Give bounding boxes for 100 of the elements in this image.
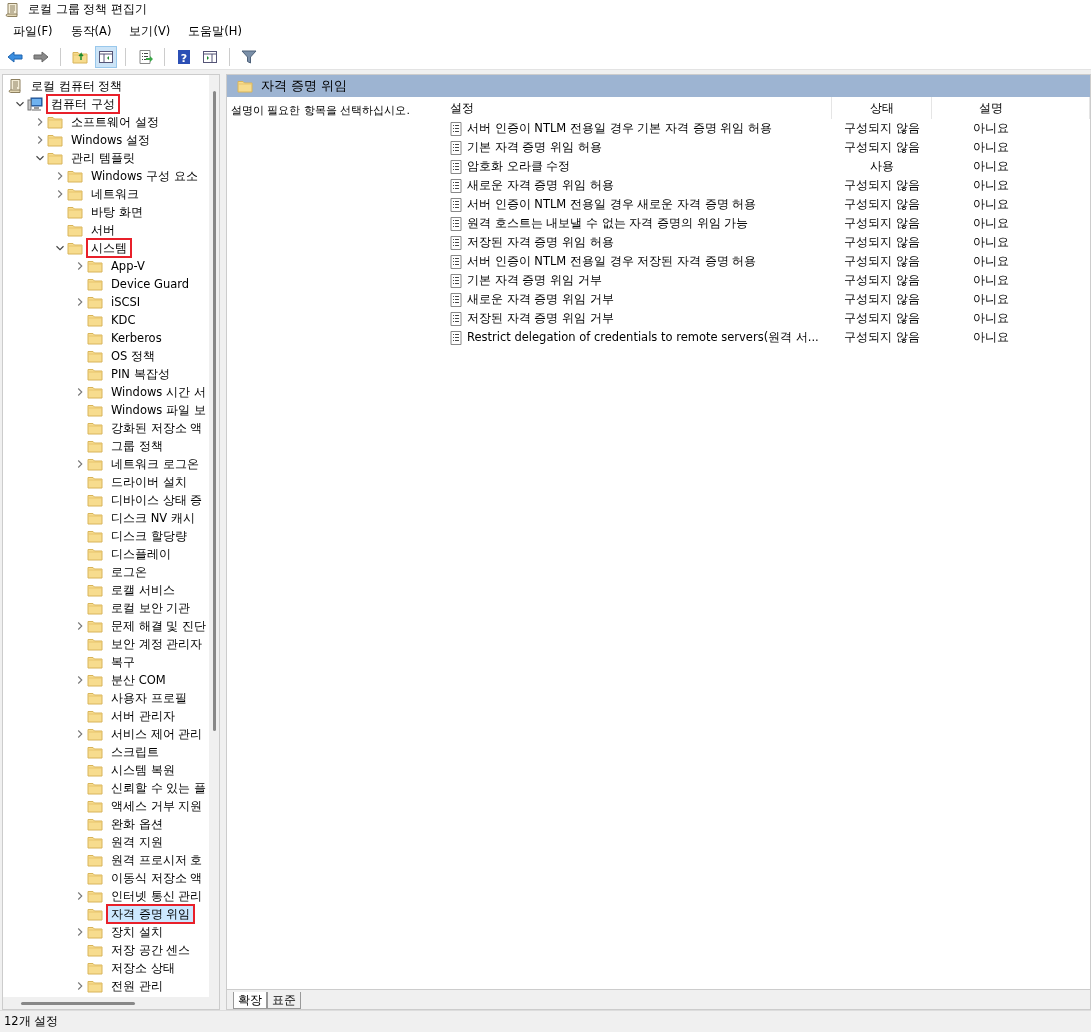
folder-icon: [87, 798, 103, 814]
tree-item[interactable]: 로캘 서비스: [106, 580, 180, 600]
folder-icon: [67, 240, 83, 256]
tree-item[interactable]: 디스크 할당량: [106, 526, 192, 546]
tree-item[interactable]: 보안 계정 관리자: [106, 634, 208, 654]
tree-item[interactable]: 전원 관리: [106, 976, 168, 996]
setting-comment: 아니요: [972, 176, 1010, 194]
setting-name[interactable]: 원격 호스트는 내보낼 수 없는 자격 증명의 위임 가능: [467, 214, 749, 233]
tree-item[interactable]: 소프트웨어 설정: [66, 112, 164, 132]
setting-name[interactable]: 저장된 자격 증명 위임 허용: [467, 233, 614, 252]
tree-item[interactable]: 스크립트: [106, 742, 164, 762]
forward-arrow-icon: [33, 48, 49, 65]
menu-item[interactable]: 동작(A): [61, 21, 121, 43]
folder-icon: [87, 402, 103, 418]
console-tree-button[interactable]: [95, 45, 117, 68]
tree-item[interactable]: iSCSI: [106, 292, 146, 312]
folder-icon: [87, 690, 103, 706]
tree-item[interactable]: 서버: [86, 220, 120, 240]
setting-document-icon: [448, 234, 464, 251]
tree-item[interactable]: 이동식 저장소 액: [106, 868, 208, 888]
tree-item[interactable]: 드라이버 설치: [106, 472, 192, 492]
tree-item[interactable]: 디바이스 상태 증: [106, 490, 208, 510]
tree-item[interactable]: 로컬 보안 기관: [106, 598, 196, 618]
tree-item[interactable]: 문제 해결 및 진단: [106, 616, 209, 636]
tree-item[interactable]: 원격 지원: [106, 832, 168, 852]
setting-state: 구성되지 않음: [843, 214, 921, 232]
folder-icon: [87, 852, 103, 868]
setting-name[interactable]: 기본 자격 증명 위임 허용: [467, 138, 602, 157]
tree-item[interactable]: PIN 복잡성: [106, 364, 175, 384]
column-header[interactable]: 설명: [932, 97, 1090, 119]
setting-name[interactable]: 새로운 자격 증명 위임 거부: [467, 290, 614, 309]
tree-item[interactable]: 복구: [106, 652, 140, 672]
horizontal-scrollbar[interactable]: [3, 997, 219, 1009]
tree-item[interactable]: 서비스 제어 관리: [106, 724, 208, 744]
setting-document-icon: [448, 272, 464, 289]
folder-icon: [87, 834, 103, 850]
tree-item[interactable]: App-V: [106, 256, 150, 276]
tree-item[interactable]: Windows 구성 요소: [86, 166, 203, 186]
view-tab[interactable]: 표준: [267, 992, 301, 1009]
tree-item[interactable]: 서버 관리자: [106, 706, 180, 726]
tree-item[interactable]: 강화된 저장소 액: [106, 418, 208, 438]
setting-name[interactable]: 저장된 자격 증명 위임 거부: [467, 309, 614, 328]
setting-comment: 아니요: [972, 157, 1010, 175]
tree-item[interactable]: 로컬 컴퓨터 정책: [26, 76, 128, 96]
tree-item[interactable]: 저장 공간 센스: [106, 940, 196, 960]
tree-item[interactable]: Windows 파일 보: [106, 400, 209, 420]
setting-name[interactable]: 기본 자격 증명 위임 거부: [467, 271, 602, 290]
folder-icon: [87, 384, 103, 400]
tree-item[interactable]: Device Guard: [106, 274, 195, 294]
tree-item[interactable]: 액세스 거부 지원: [106, 796, 208, 816]
folder-icon: [87, 366, 103, 382]
tree-item[interactable]: 컴퓨터 구성: [46, 94, 120, 114]
tree-item[interactable]: Kerberos: [106, 328, 167, 348]
setting-state: 구성되지 않음: [843, 119, 921, 137]
setting-name[interactable]: 암호화 오라클 수정: [467, 157, 571, 176]
folder-icon: [87, 672, 103, 688]
menu-item[interactable]: 도움말(H): [179, 21, 251, 43]
tree-item[interactable]: 로그온: [106, 562, 152, 582]
setting-comment: 아니요: [972, 233, 1010, 251]
tree-item[interactable]: 신뢰할 수 있는 플: [106, 778, 209, 798]
tree-item[interactable]: 원격 프로시저 호: [106, 850, 208, 870]
tree-item[interactable]: 시스템 복원: [106, 760, 180, 780]
tree-item[interactable]: 자격 증명 위임: [106, 904, 196, 924]
tree-item[interactable]: 분산 COM: [106, 670, 171, 690]
column-header[interactable]: 설정: [432, 97, 832, 119]
setting-name[interactable]: 새로운 자격 증명 위임 허용: [467, 176, 614, 195]
tree-item[interactable]: 그룹 정책: [106, 436, 168, 456]
tree-item[interactable]: 사용자 프로필: [106, 688, 192, 708]
setting-name[interactable]: 서버 인증이 NTLM 전용일 경우 기본 자격 증명 위임 허용: [467, 119, 772, 138]
tree-item[interactable]: 완화 옵션: [106, 814, 168, 834]
column-header[interactable]: 상태: [832, 97, 932, 119]
tree-item[interactable]: 디스플레이: [106, 544, 176, 564]
setting-document-icon: [448, 196, 464, 213]
folder-icon: [87, 780, 103, 796]
folder-icon: [87, 294, 103, 310]
setting-name[interactable]: Restrict delegation of credentials to remote servers(원격 서...: [467, 328, 819, 347]
tree-item[interactable]: 시스템: [86, 238, 132, 258]
view-tab[interactable]: 확장: [233, 992, 267, 1009]
tree-item[interactable]: KDC: [106, 310, 141, 330]
tree-item[interactable]: 네트워크 로그온: [106, 454, 204, 474]
vertical-scrollbar[interactable]: [209, 75, 219, 997]
tree-item[interactable]: Windows 시간 서: [106, 382, 209, 402]
setting-name[interactable]: 서버 인증이 NTLM 전용일 경우 새로운 자격 증명 허용: [467, 195, 757, 214]
setting-comment: 아니요: [972, 309, 1010, 327]
tree-item[interactable]: 네트워크: [86, 184, 144, 204]
tree-item[interactable]: Windows 설정: [66, 130, 155, 150]
setting-state: 구성되지 않음: [843, 176, 921, 194]
tree-item[interactable]: 디스크 NV 캐시: [106, 508, 200, 528]
tree-item[interactable]: 관리 템플릿: [66, 148, 140, 168]
menu-item[interactable]: 보기(V): [120, 21, 180, 43]
setting-name[interactable]: 서버 인증이 NTLM 전용일 경우 저장된 자격 증명 허용: [467, 252, 757, 271]
setting-comment: 아니요: [972, 138, 1010, 156]
tree-item[interactable]: 인터넷 통신 관리: [106, 886, 208, 906]
setting-state: 구성되지 않음: [843, 252, 921, 270]
tree-item[interactable]: 바탕 화면: [86, 202, 148, 222]
tree-item[interactable]: OS 정책: [106, 346, 160, 366]
tree-item[interactable]: 장치 설치: [106, 922, 168, 942]
menu-item[interactable]: 파일(F): [4, 21, 62, 43]
tree-item[interactable]: 저장소 상태: [106, 958, 180, 978]
setting-state: 구성되지 않음: [843, 328, 921, 346]
